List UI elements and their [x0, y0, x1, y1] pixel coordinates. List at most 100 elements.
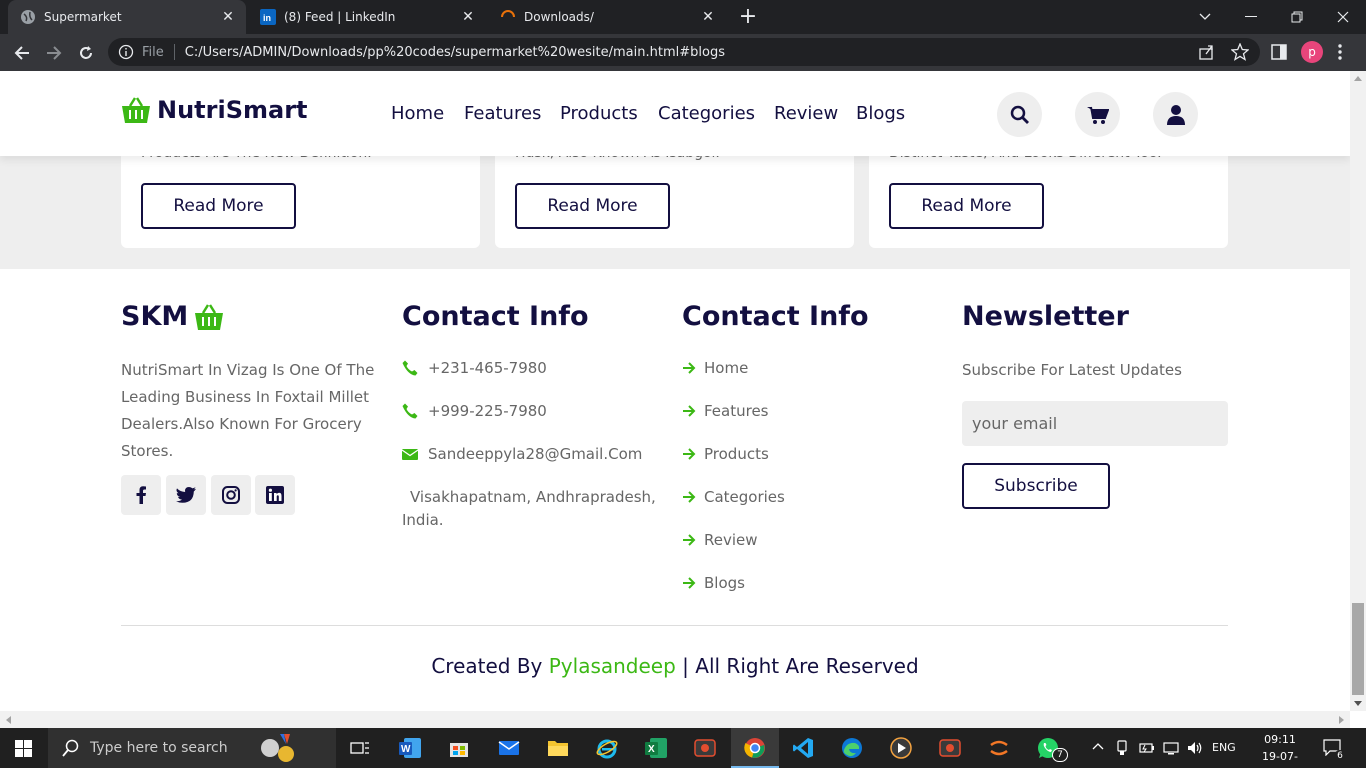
nav-link-review[interactable]: Review [774, 103, 838, 124]
footer-brand-title: SKM [121, 301, 189, 332]
chrome-icon [744, 738, 765, 758]
nav-link-blogs[interactable]: Blogs [856, 103, 905, 124]
scroll-down-arrow-icon[interactable] [1353, 700, 1363, 708]
phone-item[interactable]: +999-225-7980 [402, 402, 547, 420]
chrome-taskbar-item[interactable] [731, 728, 779, 768]
search-icon [1010, 105, 1029, 124]
bookmark-star-icon[interactable] [1231, 43, 1249, 61]
vscode-icon[interactable] [788, 733, 818, 763]
read-more-button[interactable]: Read More [889, 183, 1044, 229]
search-icon [62, 739, 79, 757]
close-window-icon[interactable] [1320, 0, 1366, 34]
web-page: Products Are The New Definition. Read Mo… [0, 71, 1350, 711]
task-view-icon[interactable] [345, 733, 375, 763]
read-more-button[interactable]: Read More [141, 183, 296, 229]
usb-device-icon[interactable] [1115, 740, 1129, 756]
arrow-right-icon [683, 577, 696, 589]
facebook-link[interactable] [121, 475, 161, 515]
author-link[interactable]: Pylasandeep [549, 654, 676, 678]
restore-icon[interactable] [1274, 0, 1320, 34]
forward-icon[interactable] [40, 39, 68, 67]
side-panel-icon[interactable] [1271, 44, 1287, 60]
twitter-link[interactable] [166, 475, 206, 515]
instagram-link[interactable] [211, 475, 251, 515]
close-tab-icon[interactable]: ✕ [700, 9, 716, 25]
screen-recorder-icon[interactable] [690, 733, 720, 763]
file-explorer-icon[interactable] [543, 733, 573, 763]
close-tab-icon[interactable]: ✕ [220, 9, 236, 25]
windows-start-icon[interactable] [15, 740, 32, 757]
scroll-left-arrow-icon[interactable] [4, 715, 12, 725]
jupyter-icon[interactable] [984, 733, 1014, 763]
svg-text:W: W [401, 744, 411, 755]
logo-text: NutriSmart [157, 96, 308, 124]
tab-title: Downloads/ [524, 10, 594, 24]
user-button[interactable] [1153, 92, 1198, 137]
tab-downloads[interactable]: Downloads/ ✕ [488, 0, 726, 34]
profile-avatar[interactable]: p [1301, 41, 1323, 63]
scrollbar-thumb[interactable] [1352, 603, 1364, 695]
volume-icon[interactable] [1187, 740, 1203, 756]
battery-icon[interactable] [1139, 740, 1155, 756]
footer-link-features[interactable]: Features [682, 402, 769, 420]
url-text[interactable]: C:/Users/ADMIN/Downloads/pp%20codes/supe… [185, 45, 725, 60]
divider [173, 44, 175, 60]
footer-link-home[interactable]: Home [682, 359, 748, 377]
close-tab-icon[interactable]: ✕ [460, 9, 476, 25]
minimize-icon[interactable] [1228, 0, 1274, 34]
microsoft-store-icon[interactable] [444, 733, 474, 763]
nav-link-home[interactable]: Home [391, 103, 444, 124]
share-icon[interactable] [1198, 44, 1216, 60]
linkedin-link[interactable] [255, 475, 295, 515]
network-icon[interactable] [1163, 740, 1179, 756]
nav-link-features[interactable]: Features [464, 103, 541, 124]
language-indicator[interactable]: ENG [1212, 741, 1236, 754]
cart-button[interactable] [1075, 92, 1120, 137]
taskbar-search-placeholder: Type here to search [90, 740, 228, 756]
tab-linkedin[interactable]: in (8) Feed | LinkedIn ✕ [248, 0, 486, 34]
info-icon[interactable] [118, 44, 134, 60]
show-hidden-icons-chevron-icon[interactable] [1092, 742, 1104, 752]
taskbar-search-box[interactable]: Type here to search [48, 728, 336, 768]
kebab-menu-icon[interactable] [1336, 42, 1344, 62]
email-input[interactable]: your email [962, 401, 1228, 446]
read-more-button[interactable]: Read More [515, 183, 670, 229]
footer-link-categories[interactable]: Categories [682, 488, 785, 506]
scroll-right-arrow-icon[interactable] [1338, 715, 1346, 725]
copyright-credit: Created By Pylasandeep | All Right Are R… [0, 654, 1350, 678]
nav-link-products[interactable]: Products [560, 103, 638, 124]
search-button[interactable] [997, 92, 1042, 137]
clock-time: 09:11 [1264, 733, 1296, 746]
reload-icon[interactable] [72, 39, 100, 67]
footer-link-products[interactable]: Products [682, 445, 769, 463]
media-player-icon[interactable] [886, 733, 916, 763]
quick-links-heading: Contact Info [682, 301, 869, 332]
phone-item[interactable]: +231-465-7980 [402, 359, 547, 377]
newsletter-subtitle: Subscribe For Latest Updates [962, 361, 1182, 379]
footer-link-review[interactable]: Review [682, 531, 758, 549]
excel-app-icon[interactable]: X [641, 733, 671, 763]
address-bar[interactable]: File C:/Users/ADMIN/Downloads/pp%20codes… [108, 38, 1260, 66]
nav-link-categories[interactable]: Categories [658, 103, 755, 124]
internet-explorer-icon[interactable] [592, 733, 622, 763]
site-logo[interactable]: NutriSmart [121, 96, 308, 124]
word-app-icon[interactable]: W [395, 733, 425, 763]
contact-info-heading: Contact Info [402, 301, 589, 332]
edge-browser-icon[interactable] [837, 733, 867, 763]
mail-app-icon[interactable] [494, 733, 524, 763]
tab-search-chevron-icon[interactable] [1182, 0, 1228, 34]
arrow-right-icon [683, 534, 696, 546]
arrow-right-icon [683, 448, 696, 460]
taskbar-clock[interactable]: 09:11 19-07-2023 [1255, 731, 1305, 782]
notification-count-badge: 6 [1334, 750, 1346, 762]
email-item[interactable]: Sandeeppyla28@Gmail.Com [402, 445, 642, 463]
back-icon[interactable] [8, 39, 36, 67]
subscribe-button[interactable]: Subscribe [962, 463, 1110, 509]
scroll-up-arrow-icon[interactable] [1353, 74, 1363, 82]
horizontal-scrollbar[interactable] [0, 711, 1350, 728]
envelope-icon [402, 449, 418, 460]
screen-recorder-icon[interactable] [935, 733, 965, 763]
tab-supermarket[interactable]: Supermarket ✕ [8, 0, 246, 34]
footer-link-blogs[interactable]: Blogs [682, 574, 745, 592]
new-tab-icon[interactable]: + [736, 5, 760, 29]
